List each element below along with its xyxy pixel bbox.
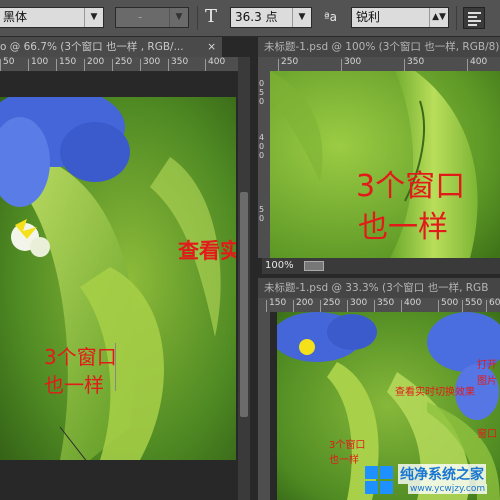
separator [197,6,198,30]
overlay-text-small-line2: 也一样 [329,455,359,466]
scroll-thumb[interactable] [240,192,248,417]
vertical-ruler [258,312,270,500]
text-cursor [115,343,116,391]
chevron-down-icon: ▼ [84,8,103,27]
tab-title: o @ 66.7% (3个窗口 也一样 , RGB/... [0,41,184,53]
options-bar: 黑体 ▼ - ▼ T 36.3 点 ▼ ªa 锐利 ▲▼ [0,0,500,37]
watermark: 纯净系统之家 www.ycwjzy.com [360,460,500,500]
overlay-text-partial: 查看实 [178,239,236,263]
horizontal-ruler: 250 300 350 400 [258,57,500,72]
flower-photo [0,97,236,460]
windows-logo-icon [365,466,393,494]
font-size-select[interactable]: 36.3 点 ▼ [230,7,312,28]
font-family-value: 黑体 [3,10,28,24]
document-canvas-1[interactable]: 查看实 3个窗口 也一样 [0,97,236,460]
overlay-text-line1: 3个窗口 [44,345,117,369]
antialias-icon: ªa [324,10,338,24]
antialias-value: 锐利 [356,10,381,24]
overlay-text-small-line1: 3个窗口 [329,440,366,451]
align-left-icon[interactable] [463,7,485,29]
document-tab-1[interactable]: o @ 66.7% (3个窗口 也一样 , RGB/... × [0,37,222,57]
document-canvas-2[interactable]: 3个窗口 也一样 [270,71,500,258]
overlay-text-right-low: 窗口 [477,429,497,440]
overlay-text-line2: 也一样 [44,373,104,397]
overlay-text-right-top: 打开 [477,360,497,371]
chevron-down-icon: ▼ [292,8,311,27]
vertical-scrollbar[interactable] [238,57,250,500]
chevron-down-icon: ▲▼ [429,8,448,27]
separator [456,6,457,30]
vertical-ruler: 0 5 0 4 0 0 5 0 [258,71,270,258]
antialias-select[interactable]: 锐利 ▲▼ [351,7,449,28]
font-style-value: - [138,10,143,24]
status-bar: 100% [262,258,500,274]
font-size-icon: T [205,6,218,27]
nav-icon[interactable] [304,261,324,271]
zoom-level[interactable]: 100% [262,260,294,271]
tab-title: 未标题-1.psd @ 100% (3个窗口 也一样, RGB/8) [264,41,500,53]
horizontal-ruler: 50 100 150 200 250 300 350 400 [0,57,238,72]
overlay-text-main: 查看实时切换效果 [395,387,475,398]
font-size-value: 36.3 点 [235,10,278,24]
horizontal-ruler: 150 200 250 300 350 400 500 550 600 [258,298,500,313]
chevron-down-icon: ▼ [169,8,188,27]
font-style-select[interactable]: - ▼ [115,7,189,28]
tab-title: 未标题-1.psd @ 33.3% (3个窗口 也一样, RGB [264,282,489,294]
close-icon[interactable]: × [207,37,216,57]
document-tab-2[interactable]: 未标题-1.psd @ 100% (3个窗口 也一样, RGB/8) [258,37,500,57]
font-family-select[interactable]: 黑体 ▼ [0,7,104,28]
watermark-url: www.ycwjzy.com [408,484,488,494]
document-tab-3[interactable]: 未标题-1.psd @ 33.3% (3个窗口 也一样, RGB [258,278,500,298]
overlay-text-right-mid: 图片 [477,376,497,387]
overlay-text-line2: 也一样 [358,210,448,245]
watermark-title: 纯净系统之家 [398,464,486,484]
overlay-text-line1: 3个窗口 [356,169,466,204]
